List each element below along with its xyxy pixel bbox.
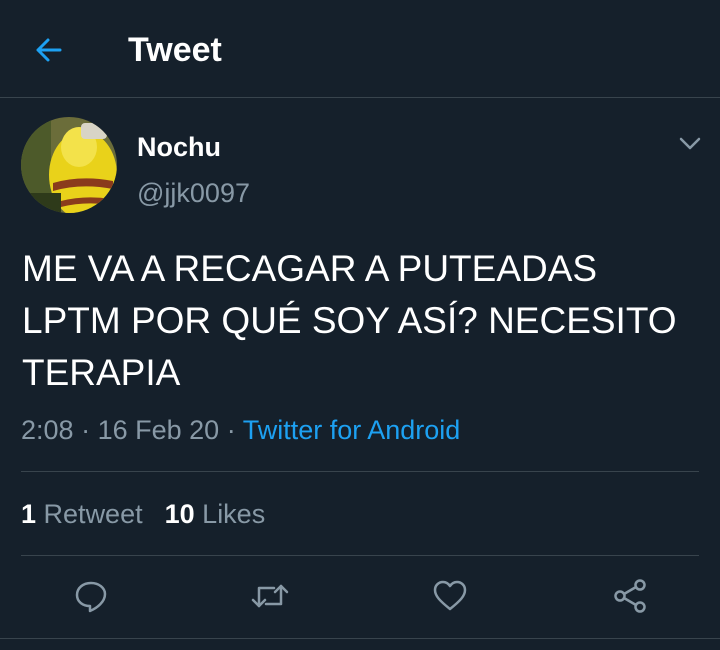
tweet-date: 16 Feb 20 [97,415,220,445]
meta-separator: · [81,415,91,445]
divider [0,638,720,639]
tweet-time: 2:08 [21,415,74,445]
divider [21,555,699,556]
retweet-icon [251,584,289,608]
avatar-photo [21,117,117,213]
tweet-stats: 1 Retweet 10 Likes [21,496,265,532]
top-app-bar: Tweet [0,0,720,98]
retweet-button[interactable] [246,572,294,620]
share-button[interactable] [606,572,654,620]
retweet-label: Retweet [43,499,143,529]
tweet-meta: 2:08 · 16 Feb 20 · Twitter for Android [21,412,460,448]
chevron-down-icon [679,137,701,150]
retweet-count: 1 [21,499,37,529]
divider [21,471,699,472]
likes-stat[interactable]: 10 Likes [165,499,266,529]
share-icon [614,579,646,613]
retweets-stat[interactable]: 1 Retweet [21,499,143,529]
like-button[interactable] [426,572,474,620]
user-handle[interactable]: @jjk0097 [137,177,250,209]
tweet-text: ME VA A RECAGAR A PUTEADAS LPTM POR QUÉ … [22,248,677,393]
reply-icon [75,581,107,613]
avatar[interactable] [21,117,117,213]
tweet-source-link[interactable]: Twitter for Android [243,415,461,445]
user-display-name[interactable]: Nochu [137,131,221,163]
more-options-button[interactable] [672,128,708,160]
arrow-left-icon [36,38,62,62]
meta-separator: · [226,415,236,445]
like-count: 10 [164,499,195,529]
heart-icon [433,580,467,611]
back-button[interactable] [24,28,72,72]
page-title: Tweet [128,31,222,69]
reply-button[interactable] [67,572,115,620]
like-label: Likes [202,499,266,529]
